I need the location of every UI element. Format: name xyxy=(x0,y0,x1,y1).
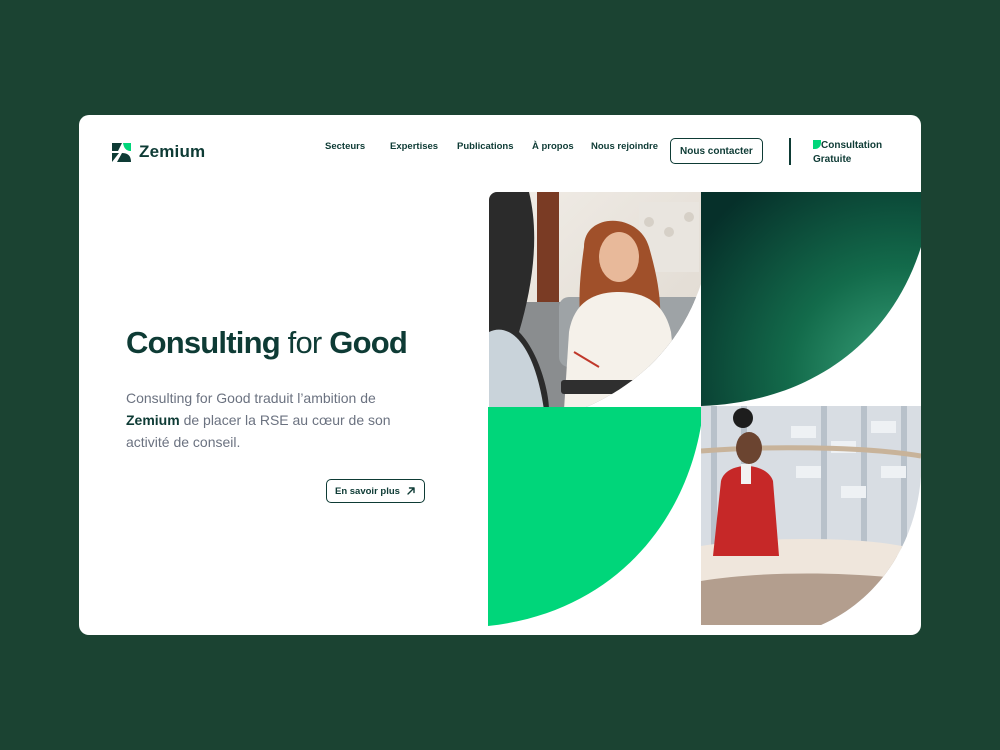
learn-more-button[interactable]: En savoir plus xyxy=(326,479,425,503)
hero-title: Consulting for Good xyxy=(126,325,408,361)
business-woman-photo-illustration xyxy=(701,406,921,625)
website-card: Zemium Secteurs Expertises Publications … xyxy=(79,115,921,635)
hero-title-part1: Consulting xyxy=(126,325,281,360)
nav-item-publications[interactable]: Publications xyxy=(457,141,513,152)
nav-item-a-propos[interactable]: À propos xyxy=(532,141,574,152)
gradient-shape-graphic xyxy=(701,192,921,406)
decorative-gradient-shape xyxy=(701,192,921,406)
hero-desc-part1: Consulting for Good traduit l’ambition d… xyxy=(126,390,376,406)
hero-description: Consulting for Good traduit l’ambition d… xyxy=(126,387,426,453)
nav-item-nous-rejoindre[interactable]: Nous rejoindre xyxy=(591,141,658,152)
business-woman-photo xyxy=(701,406,921,625)
free-consultation-link[interactable]: Consultation Gratuite xyxy=(813,139,903,167)
hero-desc-brand: Zemium xyxy=(126,412,180,428)
contact-button[interactable]: Nous contacter xyxy=(670,138,763,164)
consultant-photo-illustration xyxy=(489,192,715,410)
consultation-label-line2: Gratuite xyxy=(813,154,852,165)
arrow-up-right-icon xyxy=(407,487,415,495)
nav-item-secteurs[interactable]: Secteurs xyxy=(325,141,365,152)
consultation-label-line1: Consultation xyxy=(821,140,883,151)
consultant-photo xyxy=(489,192,715,410)
header-divider xyxy=(789,138,791,165)
hero-title-part3: Good xyxy=(329,325,408,360)
green-shape-graphic xyxy=(488,407,702,626)
hero-title-part2: for xyxy=(279,325,330,360)
brand-logo[interactable]: Zemium xyxy=(112,142,205,162)
learn-more-label: En savoir plus xyxy=(335,485,400,497)
green-leaf-mark-icon xyxy=(813,140,821,149)
nav-item-expertises[interactable]: Expertises xyxy=(390,141,438,152)
decorative-green-shape xyxy=(488,407,702,626)
zemium-logo-icon xyxy=(112,142,131,162)
brand-name: Zemium xyxy=(139,142,206,161)
